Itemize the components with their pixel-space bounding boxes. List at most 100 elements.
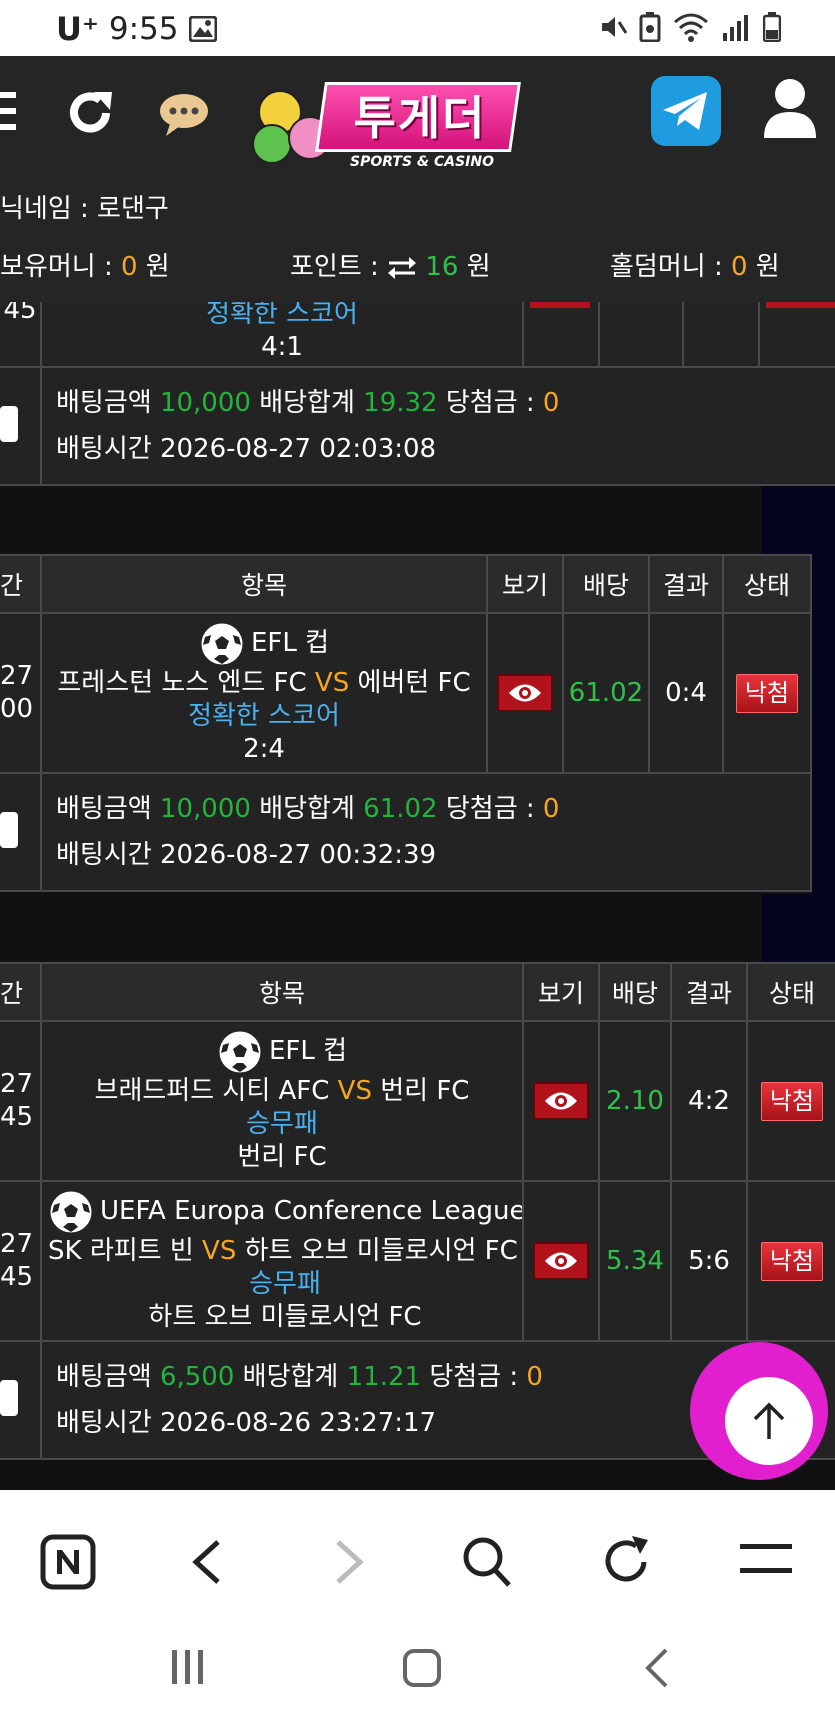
status-badge: 낙첨	[760, 1241, 824, 1281]
view-cell	[486, 612, 564, 774]
pick: 4:1	[261, 332, 303, 362]
view-button[interactable]	[497, 674, 553, 712]
league-name: UEFA Europa Conference League	[100, 1196, 524, 1226]
menu-icon[interactable]	[0, 90, 16, 132]
col-odds-header: 배당	[562, 554, 650, 614]
bet-type: 승무패	[249, 1268, 321, 1299]
odds-total-label: 배당합계	[259, 794, 355, 824]
league-name: EFL 컵	[268, 1036, 348, 1066]
reload-icon[interactable]	[602, 1534, 652, 1588]
bet-amount: 6,500	[159, 1362, 235, 1392]
col-status-header: 상태	[746, 962, 835, 1022]
bet-history-list[interactable]: 45 정확한 스코어 4:1 배팅금액 10,000 배당합계 19.32 당첨…	[0, 302, 835, 1490]
home-icon[interactable]	[402, 1648, 442, 1688]
col-result-header: 결과	[670, 962, 748, 1022]
col-view-header: 보기	[486, 554, 564, 614]
bet-select-checkbox[interactable]	[0, 406, 18, 442]
match-line: 브래드퍼드 시티 AFC VS 번리 FC	[95, 1075, 470, 1108]
view-cell	[522, 1180, 600, 1342]
league-name: EFL 컵	[250, 628, 330, 658]
odds-value: 61.02	[568, 677, 644, 708]
soccer-ball-icon	[200, 622, 244, 665]
time-top: 27	[0, 661, 34, 691]
time-cell: 27 45	[0, 1020, 42, 1182]
bet-summary-line: 배팅금액 10,000 배당합계 61.02 당첨금 : 0	[56, 786, 559, 832]
recent-apps-icon[interactable]	[170, 1648, 206, 1686]
eye-button-partial[interactable]	[530, 302, 590, 308]
item-cell: 정확한 스코어 4:1	[40, 302, 524, 368]
col-time-label: 간	[0, 571, 24, 600]
bet-select-checkbox[interactable]	[0, 812, 18, 848]
status-cell: 낙첨	[746, 1180, 835, 1342]
status-cell	[758, 302, 835, 368]
bet-type: 승무패	[246, 1108, 318, 1139]
odds-total: 11.21	[346, 1362, 422, 1392]
home-team: SK 라피트 빈	[48, 1235, 194, 1266]
odds-total: 61.02	[363, 794, 438, 824]
naver-icon[interactable]	[40, 1534, 96, 1590]
arrow-up-icon	[753, 1402, 785, 1439]
col-odds-label: 배당	[611, 979, 658, 1008]
odds-value: 2.10	[606, 1085, 664, 1116]
home-team: 프레스턴 노스 엔드 FC	[57, 667, 307, 698]
bet-summary: 배팅금액 10,000 배당합계 19.32 당첨금 : 0 배팅시간 2026…	[40, 366, 835, 486]
result-cell: 4:2	[670, 1020, 748, 1182]
bet-select-checkbox[interactable]	[0, 1380, 18, 1416]
pick: 번리 FC	[237, 1141, 327, 1172]
points-value: 16	[425, 252, 459, 282]
time-bottom: 45	[0, 1262, 34, 1292]
result-cell: 5:6	[670, 1180, 748, 1342]
menu-lines-icon[interactable]	[740, 1544, 792, 1574]
time-top: 27	[0, 1229, 34, 1259]
bet-time: 2026-08-27 02:03:08	[159, 434, 437, 464]
bet-summary: 배팅금액 10,000 배당합계 61.02 당첨금 : 0 배팅시간 2026…	[40, 772, 812, 892]
site-logo[interactable]: 투게더 SPORTS & CASINO	[250, 68, 526, 172]
clock: 9:55	[108, 11, 179, 47]
points-label: 포인트 :	[290, 252, 379, 282]
col-odds-label: 배당	[582, 571, 629, 600]
status-bar: U⁺ 9:55	[0, 0, 835, 56]
col-result-header: 결과	[648, 554, 724, 614]
status-cell: 낙첨	[722, 612, 812, 774]
col-result-label: 결과	[685, 979, 732, 1008]
money-info: 보유머니 : 0 원	[0, 246, 170, 283]
back-arrow-icon[interactable]	[190, 1540, 224, 1584]
soccer-ball-icon	[49, 1190, 93, 1233]
view-button[interactable]	[533, 1242, 589, 1280]
win-amount: 0	[542, 388, 560, 418]
refresh-icon[interactable]	[66, 88, 116, 138]
vs-label: VS	[202, 1235, 237, 1266]
col-view-label: 보기	[537, 979, 584, 1008]
bet-time-line: 배팅시간 2026-08-27 02:03:08	[56, 426, 436, 472]
search-icon[interactable]	[462, 1536, 512, 1588]
telegram-icon[interactable]	[651, 76, 721, 146]
nickname-label: 닉네임 : 로댄구	[0, 194, 169, 224]
col-view-label: 보기	[501, 571, 548, 600]
league-line: UEFA Europa Conference League	[48, 1189, 524, 1235]
result-cell	[682, 302, 760, 368]
chat-icon[interactable]	[158, 92, 210, 136]
eye-icon	[545, 1092, 577, 1110]
bet-time-label: 배팅시간	[56, 1408, 152, 1438]
points-unit: 원	[466, 252, 491, 282]
system-back-icon[interactable]	[644, 1648, 670, 1688]
forward-arrow-icon[interactable]	[332, 1540, 366, 1584]
odds-total: 19.32	[363, 388, 438, 418]
bet-amount-label: 배팅금액	[56, 794, 152, 824]
col-time-label: 간	[0, 979, 24, 1008]
site-header: 투게더 SPORTS & CASINO 닉네임 : 로댄구 보유머니 : 0 원…	[0, 56, 835, 302]
col-item-header: 항목	[40, 554, 488, 614]
match-line: 프레스턴 노스 엔드 FC VS 에버턴 FC	[57, 667, 470, 700]
bet-amount: 10,000	[159, 388, 251, 418]
view-cell	[522, 1020, 600, 1182]
scroll-top-button[interactable]	[690, 1342, 828, 1480]
exchange-icon[interactable]	[387, 256, 417, 279]
col-status-label: 상태	[768, 979, 815, 1008]
points-info: 포인트 : 16 원	[290, 246, 491, 283]
bet-summary-line: 배팅금액 6,500 배당합계 11.21 당첨금 : 0	[56, 1354, 543, 1400]
bet-time-label: 배팅시간	[56, 434, 152, 464]
match-line: SK 라피트 빈 VS 하트 오브 미들로시언 FC	[48, 1235, 518, 1268]
user-icon[interactable]	[764, 78, 816, 138]
view-button[interactable]	[533, 1082, 589, 1120]
bet-card-1: 간 항목 보기 배당 결과 상태 27 00 EFL 컵 프레스턴 노스 엔드 …	[0, 554, 812, 894]
